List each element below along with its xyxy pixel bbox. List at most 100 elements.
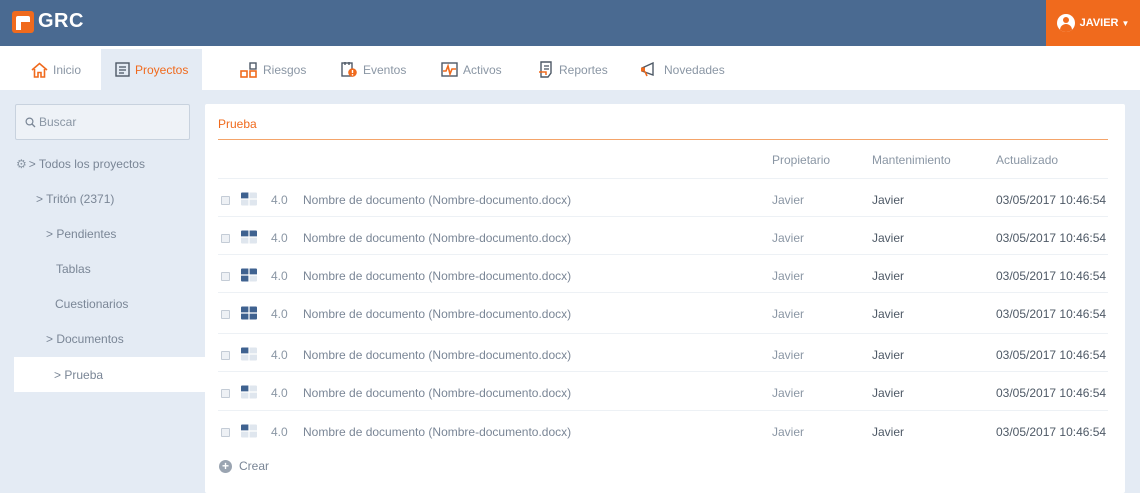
sidebar-item-pendientes[interactable]: > Pendientes (46, 227, 116, 241)
sidebar-item-tablas[interactable]: Tablas (56, 262, 91, 276)
document-icon (115, 62, 130, 77)
row-document-name[interactable]: Nombre de documento (Nombre-documento.do… (303, 425, 571, 439)
column-header-updated[interactable]: Actualizado (996, 153, 1058, 167)
table-row[interactable]: 4.0 Nombre de documento (Nombre-document… (218, 371, 1108, 409)
column-header-owner[interactable]: Propietario (772, 153, 830, 167)
row-owner: Javier (772, 231, 805, 245)
nav-item-eventos[interactable]: Eventos (340, 49, 406, 90)
row-checkbox[interactable] (221, 234, 230, 243)
app-title: GRC (38, 10, 84, 32)
table-row[interactable]: 4.0 Nombre de documento (Nombre-document… (218, 216, 1108, 254)
row-document-name[interactable]: Nombre de documento (Nombre-documento.do… (303, 386, 571, 400)
quarter-icon (241, 192, 257, 206)
row-document-name[interactable]: Nombre de documento (Nombre-documento.do… (303, 231, 571, 245)
home-icon (31, 61, 48, 78)
sidebar-item-label: Cuestionarios (55, 297, 129, 311)
table-row[interactable]: 4.0 Nombre de documento (Nombre-document… (218, 254, 1108, 292)
top-bar: GRC JAVIER ▼ (0, 0, 1140, 46)
row-document-name[interactable]: Nombre de documento (Nombre-documento.do… (303, 269, 571, 283)
row-maintenance: Javier (872, 348, 905, 362)
row-checkbox[interactable] (221, 196, 230, 205)
events-icon (341, 62, 357, 77)
sidebar-item-documentos[interactable]: > Documentos (46, 332, 124, 346)
nav-label: Inicio (53, 62, 82, 77)
half-icon (241, 230, 257, 244)
nav-item-inicio[interactable]: Inicio (31, 49, 81, 90)
app-logo[interactable]: GRC (12, 10, 84, 33)
table-row[interactable]: 4.0 Nombre de documento (Nombre-document… (218, 333, 1108, 371)
nav-item-activos[interactable]: Activos (441, 49, 502, 90)
row-version: 4.0 (271, 231, 288, 245)
risk-icon (240, 61, 257, 78)
row-version: 4.0 (271, 307, 288, 321)
row-updated: 03/05/2017 10:46:54 (996, 269, 1107, 283)
table-row[interactable]: 4.0 Nombre de documento (Nombre-document… (218, 292, 1108, 330)
column-header-maintenance[interactable]: Mantenimiento (872, 153, 951, 167)
row-checkbox[interactable] (221, 310, 230, 319)
nav-label: Reportes (559, 62, 608, 77)
sidebar-item-label: > Todos los proyectos (28, 157, 145, 171)
sidebar-item-label: Tablas (56, 262, 91, 276)
logo-icon (12, 10, 34, 33)
row-maintenance: Javier (872, 193, 905, 207)
nav-item-novedades[interactable]: Novedades (640, 49, 725, 90)
row-updated: 03/05/2017 10:46:54 (996, 348, 1107, 362)
row-version: 4.0 (271, 425, 288, 439)
row-maintenance: Javier (872, 307, 905, 321)
search-icon (25, 116, 36, 127)
row-checkbox[interactable] (221, 428, 230, 437)
table-row[interactable]: 4.0 Nombre de documento (Nombre-document… (218, 178, 1108, 216)
full-icon (241, 306, 257, 320)
row-owner: Javier (772, 425, 805, 439)
row-checkbox[interactable] (221, 389, 230, 398)
sidebar-item-triton[interactable]: > Tritón (2371) (36, 192, 114, 206)
nav-item-reportes[interactable]: Reportes (538, 49, 608, 90)
user-menu-button[interactable]: JAVIER ▼ (1046, 0, 1140, 46)
search-input[interactable]: Buscar (15, 104, 190, 140)
nav-label: Activos (463, 62, 502, 77)
row-owner: Javier (772, 269, 805, 283)
row-version: 4.0 (271, 193, 288, 207)
row-document-name[interactable]: Nombre de documento (Nombre-documento.do… (303, 193, 571, 207)
row-checkbox[interactable] (221, 351, 230, 360)
nav-label: Proyectos (135, 62, 189, 77)
row-document-name[interactable]: Nombre de documento (Nombre-documento.do… (303, 348, 571, 362)
row-maintenance: Javier (872, 425, 905, 439)
nav-item-riesgos[interactable]: Riesgos (240, 49, 306, 90)
row-maintenance: Javier (872, 386, 905, 400)
quarter-icon (241, 385, 257, 399)
row-document-name[interactable]: Nombre de documento (Nombre-documento.do… (303, 307, 571, 321)
row-updated: 03/05/2017 10:46:54 (996, 193, 1107, 207)
sidebar-item-label: > Documentos (46, 332, 124, 346)
row-updated: 03/05/2017 10:46:54 (996, 307, 1107, 321)
row-version: 4.0 (271, 348, 288, 362)
sidebar-item-cuestionarios[interactable]: Cuestionarios (55, 297, 128, 311)
megaphone-icon (641, 62, 654, 77)
sidebar-item-label: > Tritón (2371) (36, 192, 115, 206)
row-checkbox[interactable] (221, 272, 230, 281)
row-version: 4.0 (271, 386, 288, 400)
quarter-icon (241, 347, 257, 361)
row-maintenance: Javier (872, 231, 905, 245)
row-owner: Javier (772, 193, 805, 207)
create-button[interactable]: + Crear (219, 459, 269, 473)
row-updated: 03/05/2017 10:46:54 (996, 425, 1107, 439)
plus-circle-icon: + (219, 459, 232, 473)
sidebar-item-label: > Prueba (54, 367, 104, 382)
documents-panel: Prueba Propietario Mantenimiento Actuali… (205, 104, 1125, 493)
row-owner: Javier (772, 348, 805, 362)
sidebar-item-label: > Pendientes (46, 227, 117, 241)
row-owner: Javier (772, 386, 805, 400)
nav-label: Riesgos (263, 62, 307, 77)
title-divider (218, 139, 1108, 140)
row-owner: Javier (772, 307, 805, 321)
row-updated: 03/05/2017 10:46:54 (996, 386, 1107, 400)
table-row[interactable]: 4.0 Nombre de documento (Nombre-document… (218, 410, 1108, 448)
sidebar-item-prueba[interactable]: > Prueba (14, 357, 205, 392)
sidebar-item-todos-los-proyectos[interactable]: ⚙ > Todos los proyectos (16, 157, 145, 171)
three-quarter-icon (241, 268, 257, 282)
nav-item-proyectos[interactable]: Proyectos (101, 49, 203, 90)
row-version: 4.0 (271, 269, 288, 283)
caret-down-icon: ▼ (1121, 18, 1130, 28)
user-name: JAVIER (1079, 17, 1119, 29)
